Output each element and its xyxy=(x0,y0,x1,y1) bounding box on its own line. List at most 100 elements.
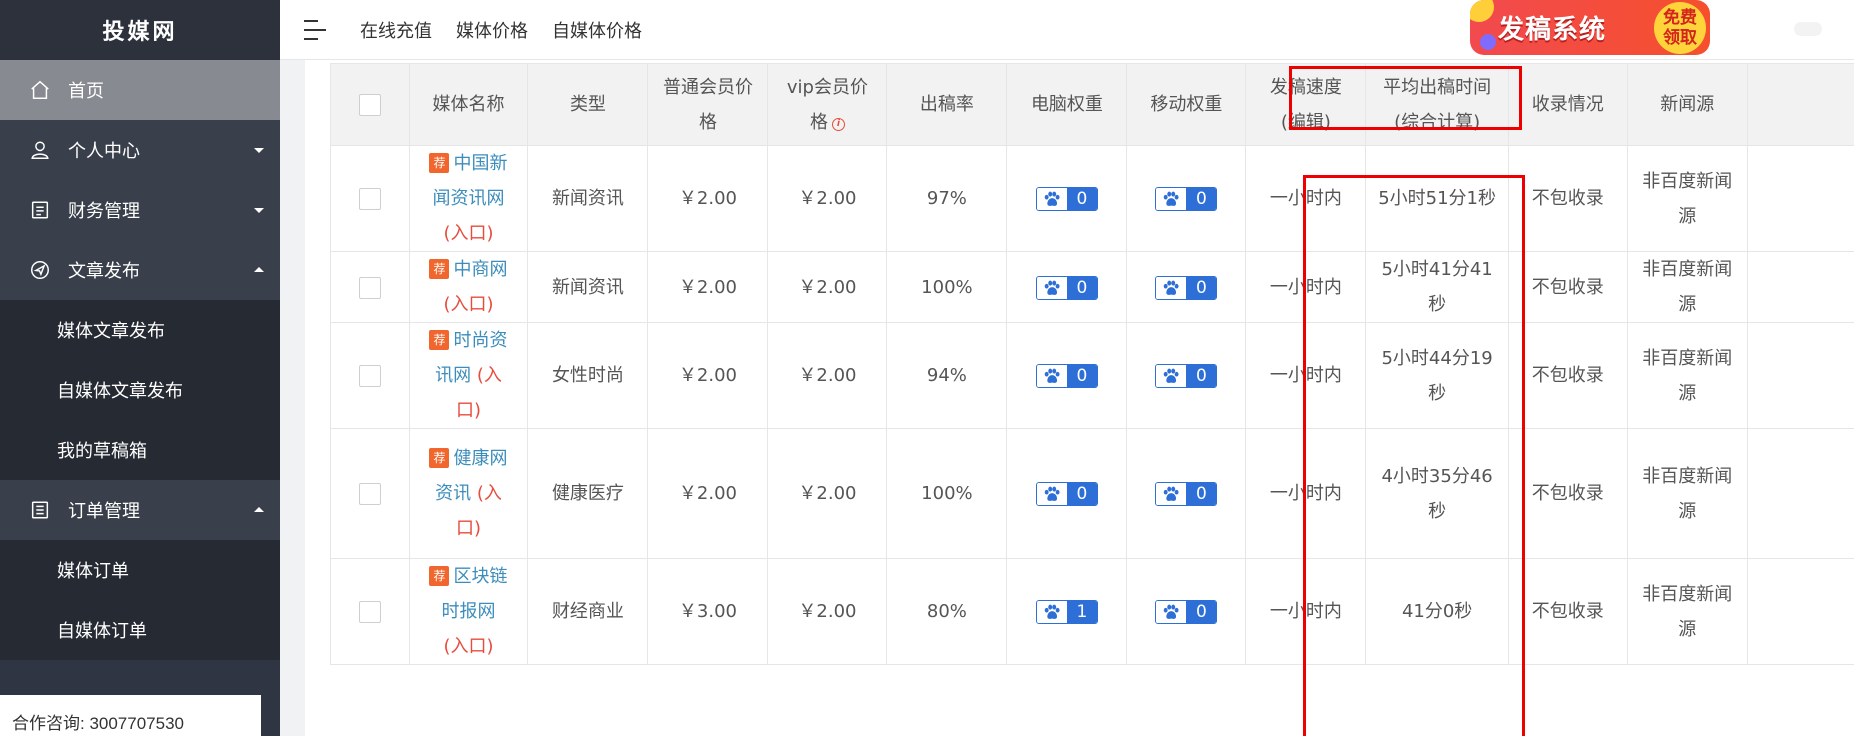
row-checkbox[interactable] xyxy=(358,601,381,623)
col-extra xyxy=(1746,63,1854,146)
table-row: 荐中国新 闻资讯网 (入口) 新闻资讯 ￥2.00 ￥2.00 97% 0 0 一小时内 5小时51… xyxy=(330,145,1854,252)
topbar: 在线充值 媒体价格 自媒体价格 发稿系统 免费 领取 xyxy=(280,0,1854,60)
sidebar-subitem-8[interactable]: 媒体订单 xyxy=(0,540,280,600)
sidebar-item-7[interactable]: 订单管理 xyxy=(0,480,280,540)
mobile-weight-badge: 0 xyxy=(1155,364,1218,388)
table-row: 荐健康网 资讯 (入 口) 健康医疗 ￥2.00 ￥2.00 100% 0 0 一小时内 4小时35… xyxy=(330,428,1854,559)
sidebar-subitem-label: 自媒体文章发布 xyxy=(57,381,183,402)
caret-up-icon xyxy=(254,267,264,272)
topbar-link-media-price[interactable]: 媒体价格 xyxy=(456,17,528,43)
vip-price-cell: ￥2.00 xyxy=(767,428,888,559)
entry-link-tail[interactable]: 口) xyxy=(456,518,481,539)
avg-time-cell: 5小时41分41 秒 xyxy=(1365,251,1509,323)
media-name-cell: 荐健康网 资讯 (入 口) xyxy=(408,428,529,559)
sidebar-nav: 首页 个人中心财务管理文章发布媒体文章发布 自媒体文章发布 我的草稿箱订单管理媒体订单… xyxy=(0,60,280,660)
pc-weight-cell: 1 xyxy=(1006,558,1128,665)
sidebar-subitem-label: 媒体订单 xyxy=(57,561,129,582)
baidu-paw-icon xyxy=(1156,188,1187,210)
menu-icon[interactable] xyxy=(304,19,326,40)
media-name-link[interactable]: 中商网 xyxy=(453,259,507,280)
sidebar-item-label: 财务管理 xyxy=(68,201,140,222)
rate-cell: 100% xyxy=(886,251,1008,323)
sidebar-subitem-4[interactable]: 媒体文章发布 xyxy=(0,300,280,360)
col-normal-price: 普通会员价格 xyxy=(647,63,769,146)
type-cell: 女性时尚 xyxy=(527,322,649,429)
col-speed: 发稿速度 (编辑) xyxy=(1245,63,1367,146)
media-name-link[interactable]: 资讯 xyxy=(435,483,471,504)
media-name-cell: 荐时尚资 讯网 (入 口) xyxy=(408,322,529,429)
media-name-link[interactable]: 讯网 xyxy=(435,365,471,386)
pc-weight-badge: 0 xyxy=(1035,364,1098,388)
row-checkbox[interactable] xyxy=(358,365,381,387)
row-checkbox[interactable] xyxy=(358,483,381,505)
sidebar-subitem-9[interactable]: 自媒体订单 xyxy=(0,600,280,660)
media-name-cell: 荐区块链 时报网 (入口) xyxy=(408,558,529,665)
mobile-weight-badge: 0 xyxy=(1155,187,1218,211)
rate-cell: 97% xyxy=(886,145,1008,252)
pc-weight-badge: 0 xyxy=(1035,187,1098,211)
banner-title: 发稿系统 xyxy=(1498,15,1607,45)
entry-link[interactable]: (入 xyxy=(477,365,502,386)
mobile-weight-cell: 0 xyxy=(1126,558,1247,665)
col-pc-weight: 电脑权重 xyxy=(1006,63,1128,146)
sidebar-item-0[interactable]: 首页 xyxy=(0,60,280,120)
media-name-link[interactable]: 中国新 xyxy=(453,153,507,174)
sidebar-item-3[interactable]: 文章发布 xyxy=(0,240,280,300)
mobile-weight-cell: 0 xyxy=(1126,428,1247,559)
user-avatar[interactable] xyxy=(1794,22,1822,36)
contact-info: 合作咨询: 3007707530 xyxy=(0,695,261,736)
normal-price-cell: ￥3.00 xyxy=(647,558,769,665)
table-row: 荐中商网 (入口) 新闻资讯 ￥2.00 ￥2.00 100% 0 0 一小时内 5小时41分41… xyxy=(330,251,1854,323)
logo: 投媒网 xyxy=(0,0,280,60)
speed-cell: 一小时内 xyxy=(1245,428,1367,559)
normal-price-cell: ￥2.00 xyxy=(647,145,769,252)
baidu-paw-icon xyxy=(1156,483,1187,505)
extra-cell xyxy=(1746,145,1854,252)
main-content: 媒体名称 类型 普通会员价格 vip会员价格 i 出稿率 电脑权重 移动权重 发稿… xyxy=(305,60,1854,736)
send-icon xyxy=(28,258,52,282)
mobile-weight-cell: 0 xyxy=(1126,322,1247,429)
pc-weight-cell: 0 xyxy=(1006,251,1128,323)
sidebar-subitem-5[interactable]: 自媒体文章发布 xyxy=(0,360,280,420)
info-icon[interactable]: i xyxy=(831,117,845,131)
media-name-link[interactable]: 时报网 xyxy=(441,601,495,622)
media-name-link[interactable]: 健康网 xyxy=(453,448,507,469)
col-news-source: 新闻源 xyxy=(1626,63,1748,146)
media-name-link[interactable]: 区块链 xyxy=(453,566,507,587)
entry-link[interactable]: (入口) xyxy=(443,294,493,315)
index-cell: 不包收录 xyxy=(1507,428,1628,559)
sidebar-item-2[interactable]: 财务管理 xyxy=(0,180,280,240)
pc-weight-cell: 0 xyxy=(1006,428,1128,559)
sidebar-subitem-6[interactable]: 我的草稿箱 xyxy=(0,420,280,480)
topbar-link-self-media-price[interactable]: 自媒体价格 xyxy=(552,17,642,43)
baidu-paw-icon xyxy=(1156,365,1187,387)
media-table: 媒体名称 类型 普通会员价格 vip会员价格 i 出稿率 电脑权重 移动权重 发稿… xyxy=(330,63,1854,665)
pc-weight-badge: 0 xyxy=(1035,275,1098,300)
extra-cell xyxy=(1746,251,1854,323)
vip-price-cell: ￥2.00 xyxy=(767,251,888,323)
topbar-link-recharge[interactable]: 在线充值 xyxy=(360,17,432,43)
rate-cell: 80% xyxy=(886,558,1008,665)
sidebar-subitem-label: 媒体文章发布 xyxy=(57,321,165,342)
baidu-paw-icon xyxy=(1156,601,1187,623)
media-name-link[interactable]: 闻资讯网 xyxy=(432,188,504,209)
entry-link[interactable]: (入口) xyxy=(443,223,493,244)
entry-link-tail[interactable]: 口) xyxy=(456,400,481,421)
sidebar-item-1[interactable]: 个人中心 xyxy=(0,120,280,180)
sidebar-subitem-label: 我的草稿箱 xyxy=(57,441,147,462)
promo-banner[interactable]: 发稿系统 免费 领取 xyxy=(1470,0,1710,55)
news-source-cell: 非百度新闻源 xyxy=(1626,558,1748,665)
media-name-link[interactable]: 时尚资 xyxy=(453,330,507,351)
media-name-cell: 荐中商网 (入口) xyxy=(408,251,529,323)
row-checkbox[interactable] xyxy=(358,188,381,210)
select-all-checkbox[interactable] xyxy=(358,94,381,116)
rate-cell: 100% xyxy=(886,428,1008,559)
caret-down-icon xyxy=(254,148,264,153)
entry-link[interactable]: (入口) xyxy=(443,636,493,657)
banner-badge: 免费 领取 xyxy=(1654,2,1706,54)
col-avg-time: 平均出稿时间 (综合计算) xyxy=(1365,63,1509,146)
extra-cell xyxy=(1746,322,1854,429)
avg-time-cell: 4小时35分46 秒 xyxy=(1365,428,1509,559)
entry-link[interactable]: (入 xyxy=(477,483,502,504)
row-checkbox[interactable] xyxy=(358,276,381,299)
